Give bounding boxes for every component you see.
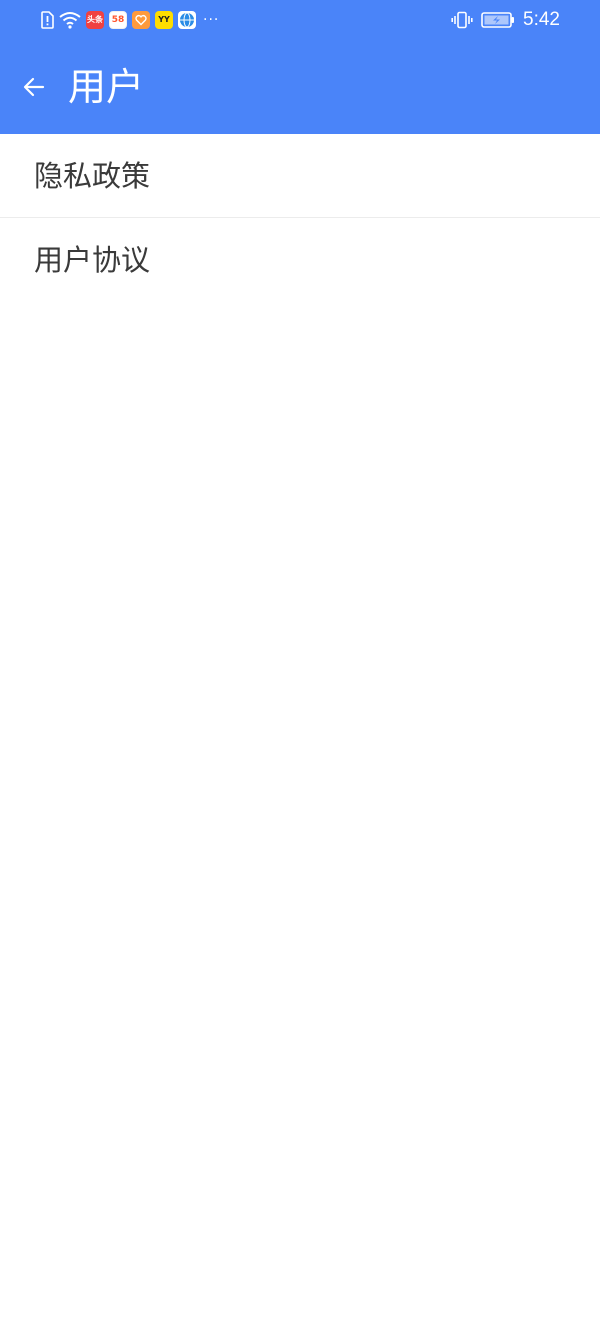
settings-list: 隐私政策 用户协议 [0,134,600,302]
status-bar: 头条 58 YY ··· 5:42 [0,0,600,40]
58-app-icon: 58 [109,11,127,29]
status-time: 5:42 [523,9,560,30]
status-bar-left: 头条 58 YY ··· [40,9,219,31]
menu-item-privacy-policy[interactable]: 隐私政策 [0,134,600,218]
wifi-icon [59,11,81,29]
back-arrow-icon [22,75,46,99]
more-notifications-indicator: ··· [203,12,220,28]
app-header: 头条 58 YY ··· 5:42 用户 [0,0,600,134]
menu-item-label: 隐私政策 [34,159,151,193]
status-bar-right: 5:42 [451,8,560,32]
menu-item-user-agreement[interactable]: 用户协议 [0,218,600,302]
back-button[interactable] [12,65,56,109]
sim-alert-icon [40,11,54,29]
toolbar: 用户 [0,40,600,134]
battery-icon [481,11,515,29]
browser-app-icon [178,11,196,29]
heart-app-icon [132,11,150,29]
menu-item-label: 用户协议 [34,243,151,277]
yy-app-icon: YY [155,11,173,29]
page-title: 用户 [68,65,145,109]
toutiao-app-icon: 头条 [86,11,104,29]
vibrate-icon [451,11,473,29]
